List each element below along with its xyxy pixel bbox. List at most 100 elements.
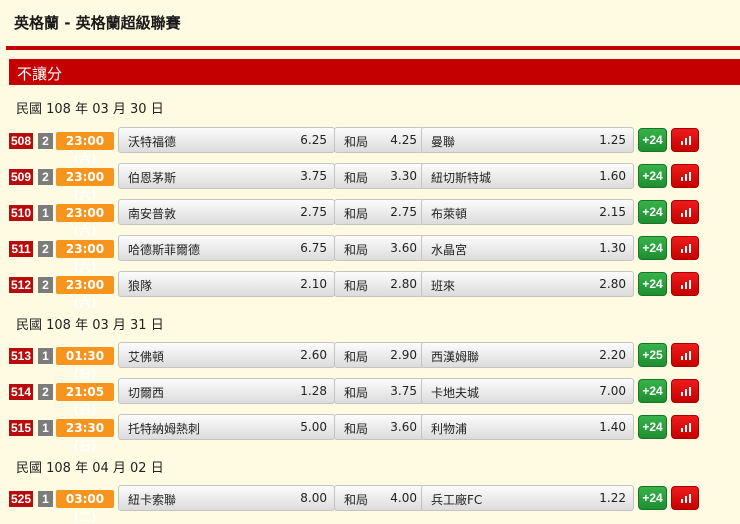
match-number: 525 xyxy=(9,491,33,507)
draw-odds-button[interactable]: 和局 2.75 xyxy=(334,199,425,225)
home-odds-button[interactable]: 哈德斯菲爾德 6.75 xyxy=(118,235,335,261)
match-row: 515 1 23:30 (日) 托特納姆熱刺 5.00 和局 3.60 利物浦 1.40 +24 xyxy=(9,414,740,453)
home-odds-button[interactable]: 艾佛頓 2.60 xyxy=(118,342,335,368)
draw-odds-button[interactable]: 和局 4.25 xyxy=(334,127,425,153)
date-heading: 民國 108 年 03 月 31 日 xyxy=(16,318,164,333)
stats-button[interactable] xyxy=(671,164,699,188)
draw-odds-button[interactable]: 和局 4.00 xyxy=(334,485,425,511)
single-flag-badge: 2 xyxy=(38,241,53,257)
match-number: 508 xyxy=(9,133,33,149)
home-odds-button[interactable]: 托特納姆熱刺 5.00 xyxy=(118,414,335,440)
single-flag-badge: 1 xyxy=(38,420,53,436)
away-odds-button[interactable]: 曼聯 1.25 xyxy=(421,127,634,153)
match-row: 525 1 03:00 (二) 紐卡索聯 8.00 和局 4.00 兵工廠FC 1.22 +24 xyxy=(9,485,740,524)
away-odds-button[interactable]: 西漢姆聯 2.20 xyxy=(421,342,634,368)
home-odds-value: 3.75 xyxy=(300,169,327,183)
section-title-bar: 不讓分 xyxy=(9,59,740,85)
draw-label: 和局 xyxy=(344,135,369,149)
home-team-name: 切爾西 xyxy=(128,386,165,400)
stats-button[interactable] xyxy=(671,200,699,224)
more-markets-button[interactable]: +24 xyxy=(638,236,667,260)
away-odds-button[interactable]: 紐切斯特城 1.60 xyxy=(421,163,634,189)
home-odds-value: 2.10 xyxy=(300,277,327,291)
away-team-name: 兵工廠FC xyxy=(431,493,483,507)
home-team-name: 沃特福德 xyxy=(128,135,177,149)
bar-chart-icon xyxy=(681,136,691,145)
draw-odds-button[interactable]: 和局 3.60 xyxy=(334,235,425,261)
home-team-name: 伯恩茅斯 xyxy=(128,171,177,185)
draw-odds-button[interactable]: 和局 3.60 xyxy=(334,414,425,440)
draw-odds-value: 3.30 xyxy=(390,169,417,183)
home-odds-button[interactable]: 紐卡索聯 8.00 xyxy=(118,485,335,511)
header-divider xyxy=(6,46,740,50)
home-odds-value: 2.75 xyxy=(300,205,327,219)
home-odds-value: 8.00 xyxy=(300,491,327,505)
match-number: 511 xyxy=(9,241,33,257)
draw-odds-value: 3.60 xyxy=(390,241,417,255)
stats-button[interactable] xyxy=(671,415,699,439)
stats-button[interactable] xyxy=(671,272,699,296)
kickoff-time: 01:30 (日) xyxy=(56,347,114,381)
match-number: 512 xyxy=(9,277,33,293)
single-flag-badge: 2 xyxy=(38,169,53,185)
stats-button[interactable] xyxy=(671,128,699,152)
draw-odds-value: 3.75 xyxy=(390,384,417,398)
home-odds-value: 5.00 xyxy=(300,420,327,434)
bar-chart-icon xyxy=(681,494,691,503)
away-team-name: 西漢姆聯 xyxy=(431,350,480,364)
draw-odds-button[interactable]: 和局 2.90 xyxy=(334,342,425,368)
home-odds-value: 6.75 xyxy=(300,241,327,255)
draw-odds-button[interactable]: 和局 3.30 xyxy=(334,163,425,189)
bar-chart-icon xyxy=(681,423,691,432)
draw-odds-value: 2.75 xyxy=(390,205,417,219)
away-odds-value: 1.25 xyxy=(599,133,626,147)
kickoff-time: 03:00 (二) xyxy=(56,490,114,524)
away-odds-button[interactable]: 水晶宮 1.30 xyxy=(421,235,634,261)
single-flag-badge: 1 xyxy=(38,348,53,364)
more-markets-button[interactable]: +24 xyxy=(638,200,667,224)
home-team-name: 哈德斯菲爾德 xyxy=(128,243,201,257)
home-odds-button[interactable]: 狼隊 2.10 xyxy=(118,271,335,297)
home-odds-button[interactable]: 沃特福德 6.25 xyxy=(118,127,335,153)
away-odds-button[interactable]: 兵工廠FC 1.22 xyxy=(421,485,634,511)
home-odds-button[interactable]: 切爾西 1.28 xyxy=(118,378,335,404)
stats-button[interactable] xyxy=(671,379,699,403)
kickoff-time: 23:30 (日) xyxy=(56,419,114,453)
away-odds-value: 1.30 xyxy=(599,241,626,255)
draw-odds-button[interactable]: 和局 2.80 xyxy=(334,271,425,297)
draw-odds-value: 4.00 xyxy=(390,491,417,505)
stats-button[interactable] xyxy=(671,236,699,260)
more-markets-button[interactable]: +24 xyxy=(638,272,667,296)
date-heading: 民國 108 年 04 月 02 日 xyxy=(16,461,164,476)
draw-odds-button[interactable]: 和局 3.75 xyxy=(334,378,425,404)
more-markets-button[interactable]: +24 xyxy=(638,486,667,510)
home-odds-button[interactable]: 伯恩茅斯 3.75 xyxy=(118,163,335,189)
away-odds-button[interactable]: 利物浦 1.40 xyxy=(421,414,634,440)
match-row: 514 2 21:05 (日) 切爾西 1.28 和局 3.75 卡地夫城 7.00 +24 xyxy=(9,378,740,417)
more-markets-button[interactable]: +24 xyxy=(638,164,667,188)
bar-chart-icon xyxy=(681,172,691,181)
away-odds-button[interactable]: 布萊頓 2.15 xyxy=(421,199,634,225)
away-team-name: 布萊頓 xyxy=(431,207,468,221)
draw-label: 和局 xyxy=(344,207,369,221)
date-heading: 民國 108 年 03 月 30 日 xyxy=(16,102,164,117)
bar-chart-icon xyxy=(681,280,691,289)
page-title: 英格蘭 - 英格蘭超級聯賽 xyxy=(14,14,181,32)
more-markets-button[interactable]: +25 xyxy=(638,343,667,367)
away-odds-button[interactable]: 卡地夫城 7.00 xyxy=(421,378,634,404)
away-odds-button[interactable]: 班來 2.80 xyxy=(421,271,634,297)
stats-button[interactable] xyxy=(671,343,699,367)
single-flag-badge: 2 xyxy=(38,384,53,400)
away-odds-value: 7.00 xyxy=(599,384,626,398)
stats-button[interactable] xyxy=(671,486,699,510)
home-odds-button[interactable]: 南安普敦 2.75 xyxy=(118,199,335,225)
more-markets-button[interactable]: +24 xyxy=(638,128,667,152)
more-markets-button[interactable]: +24 xyxy=(638,379,667,403)
away-team-name: 班來 xyxy=(431,279,456,293)
away-odds-value: 1.40 xyxy=(599,420,626,434)
more-markets-button[interactable]: +24 xyxy=(638,415,667,439)
draw-label: 和局 xyxy=(344,350,369,364)
away-odds-value: 2.15 xyxy=(599,205,626,219)
match-row: 513 1 01:30 (日) 艾佛頓 2.60 和局 2.90 西漢姆聯 2.20 +25 xyxy=(9,342,740,381)
draw-odds-value: 2.90 xyxy=(390,348,417,362)
